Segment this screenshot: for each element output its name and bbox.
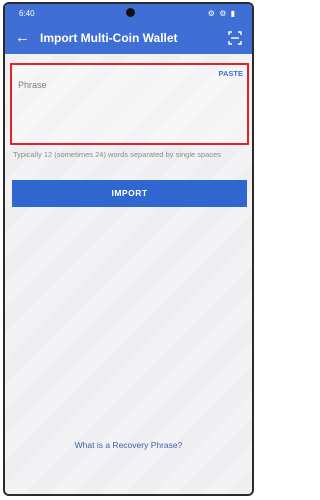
phrase-input[interactable]: Phrase PASTE — [10, 63, 249, 145]
qr-scan-icon[interactable] — [228, 31, 242, 45]
phrase-hint-text: Typically 12 (sometimes 24) words separa… — [13, 150, 222, 159]
page-title: Import Multi-Coin Wallet — [40, 31, 178, 45]
camera-icon — [126, 8, 135, 17]
import-content: Phrase PASTE Typically 12 (sometimes 24)… — [5, 54, 252, 494]
app-bar: 6:40 ⚙ ⚙ ▮ ← Import Multi-Coin Wallet — [5, 4, 252, 54]
import-button[interactable]: IMPORT — [12, 180, 247, 207]
phrase-placeholder: Phrase — [18, 80, 47, 90]
status-icons: ⚙ ⚙ ▮ — [207, 9, 236, 18]
back-arrow-icon[interactable]: ← — [15, 30, 30, 45]
status-bar: 6:40 ⚙ ⚙ ▮ — [5, 4, 252, 22]
phone-frame: 6:40 ⚙ ⚙ ▮ ← Import Multi-Coin Wallet Ph… — [3, 2, 254, 496]
status-time: 6:40 — [19, 9, 35, 18]
paste-button[interactable]: PASTE — [219, 69, 243, 78]
recovery-phrase-link[interactable]: What is a Recovery Phrase? — [5, 440, 252, 450]
